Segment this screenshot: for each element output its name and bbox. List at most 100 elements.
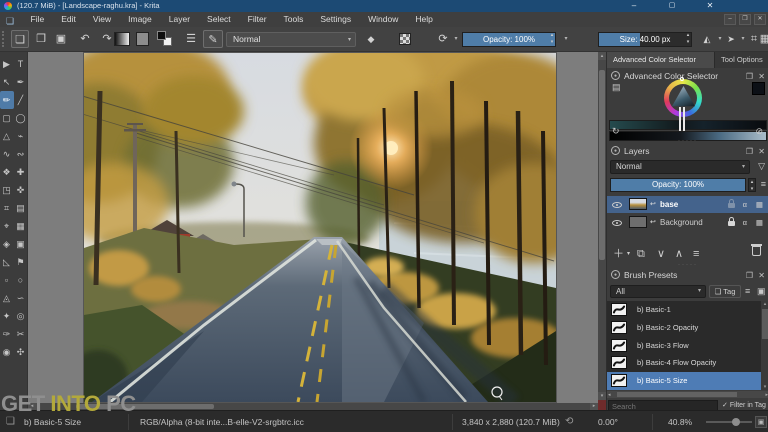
duplicate-layer-button[interactable]: ⧉ <box>637 246 645 262</box>
close-button[interactable]: ✕ <box>698 0 722 12</box>
hscroll-handle[interactable] <box>617 392 737 397</box>
tool-multibrush[interactable]: ✚ <box>14 163 28 181</box>
tool-pan[interactable]: ✣ <box>14 343 28 361</box>
preset-list-vscrollbar[interactable]: ▴ ▾ <box>761 301 768 390</box>
tool-calligraphy[interactable]: ✒ <box>14 73 28 91</box>
add-layer-dropdown-icon[interactable]: ▾ <box>627 246 630 262</box>
maximize-button[interactable]: ▢ <box>660 0 684 12</box>
lock-docker-icon[interactable]: ● <box>611 146 620 155</box>
brush-option-slider-icon[interactable]: ☰ <box>182 30 200 48</box>
inherit-alpha-icon[interactable]: ▦ <box>756 214 763 231</box>
mirror-view-button[interactable]: ◭ <box>700 30 714 48</box>
layer-row-base[interactable]: ↩ base α ▦ <box>607 196 768 213</box>
chevron-down-icon[interactable]: ▾ <box>716 35 724 42</box>
tab-tool-options[interactable]: Tool Options <box>715 52 768 68</box>
blending-mode-dropdown[interactable]: Normal ▾ <box>226 32 356 47</box>
alpha-lock-icon[interactable]: α <box>743 214 747 231</box>
opacity-slider[interactable]: Opacity: 100% <box>462 32 556 47</box>
tool-ellipse[interactable]: ◯ <box>14 109 28 127</box>
tool-freehand-select[interactable]: ∽ <box>14 289 28 307</box>
brush-preset-row[interactable]: b) Basic-2 Opacity <box>607 319 768 337</box>
save-button[interactable]: ▣ <box>52 30 70 48</box>
scroll-up-arrow[interactable]: ▴ <box>598 52 606 60</box>
wraparound-mode-button[interactable]: ➤ <box>724 30 738 48</box>
tool-edit-shapes[interactable]: ↖ <box>0 73 14 91</box>
tool-rect-select[interactable]: ▫ <box>0 271 14 289</box>
tool-zoom[interactable]: ◉ <box>0 343 14 361</box>
menu-settings[interactable]: Settings <box>312 12 360 27</box>
alpha-lock-icon[interactable]: α <box>743 196 747 213</box>
menu-filter[interactable]: Filter <box>239 12 275 27</box>
lock-docker-icon[interactable]: ● <box>611 270 620 279</box>
canvas-rotation-icon[interactable]: ⟲ <box>565 411 573 432</box>
pattern-chooser[interactable] <box>136 32 149 46</box>
scroll-down-arrow[interactable]: ▾ <box>598 392 606 400</box>
tool-crop[interactable]: ⌗ <box>0 199 14 217</box>
brush-size-slider[interactable]: Size: 40.00 px <box>598 32 692 47</box>
gradient-chooser[interactable] <box>114 32 130 46</box>
tool-select-shapes[interactable]: ▶ <box>0 55 14 73</box>
layer-row-background[interactable]: ↩ Background α ▦ <box>607 214 768 231</box>
float-docker-icon[interactable]: ❐ <box>746 145 753 159</box>
tool-measure[interactable]: ◺ <box>0 253 14 271</box>
chevron-down-icon[interactable]: ▾ <box>562 35 570 42</box>
size-spinner[interactable]: ▴▾ <box>684 32 692 47</box>
no-color-icon[interactable]: ⊘ <box>755 126 763 137</box>
layer-thumbnail[interactable] <box>629 216 647 228</box>
layer-properties-button[interactable]: ≡ <box>693 246 699 262</box>
preset-list-hscrollbar[interactable]: ◂ ▸ <box>607 391 768 398</box>
mdi-minimize-button[interactable]: – <box>724 14 736 25</box>
layer-filter-icon[interactable]: ▽ <box>758 161 765 172</box>
reload-preset-button[interactable]: ⟳ <box>434 30 452 48</box>
scroll-right-arrow[interactable]: ▸ <box>590 403 598 410</box>
tool-pattern[interactable]: ▦ <box>14 217 28 235</box>
zoom-slider[interactable] <box>706 421 752 423</box>
tool-reference-images[interactable]: ⚑ <box>14 253 28 271</box>
menu-select[interactable]: Select <box>199 12 240 27</box>
brush-preset-row[interactable]: b) Basic-1 <box>607 301 768 319</box>
layer-thumbnail[interactable] <box>629 198 647 210</box>
tool-polyline[interactable]: ⌁ <box>14 127 28 145</box>
layer-lock-icon[interactable] <box>728 203 735 208</box>
opacity-spinner[interactable]: ▴▾ <box>548 32 556 47</box>
close-docker-icon[interactable]: ✕ <box>758 145 765 159</box>
tool-fill[interactable]: ◈ <box>0 235 14 253</box>
canvas-vertical-scrollbar[interactable]: ▴ ▾ <box>598 52 606 410</box>
inherit-alpha-icon[interactable]: ▦ <box>756 196 763 213</box>
tool-polygon[interactable]: △ <box>0 127 14 145</box>
brush-preset-row[interactable]: b) Basic-3 Flow <box>607 337 768 355</box>
tool-magnetic-select[interactable]: ✂ <box>14 325 28 343</box>
tool-polygon-select[interactable]: ◬ <box>0 289 14 307</box>
filter-in-tag-checkbox[interactable]: ✓ Filter in Tag <box>722 401 766 409</box>
tool-move[interactable]: ✜ <box>14 181 28 199</box>
menu-tools[interactable]: Tools <box>275 12 312 27</box>
add-layer-button[interactable]: ＋ <box>613 246 624 262</box>
layer-blend-mode-dropdown[interactable]: Normal ▾ <box>610 160 750 174</box>
menu-window[interactable]: Window <box>360 12 407 27</box>
undo-button[interactable]: ↶ <box>76 30 94 48</box>
toolbar-grip[interactable] <box>2 31 5 47</box>
tool-dynamic-brush[interactable]: ❖ <box>0 163 14 181</box>
brush-preset-row[interactable]: b) Basic-4 Flow Opacity <box>607 354 768 372</box>
vscroll-handle[interactable] <box>599 70 605 260</box>
color-selector-settings-icon[interactable]: ▤ <box>612 82 621 93</box>
vscroll-handle[interactable] <box>762 309 768 339</box>
shade-strip-cursor[interactable] <box>679 107 685 131</box>
current-color-patch[interactable] <box>752 82 765 95</box>
tool-line[interactable]: ╱ <box>14 91 28 109</box>
tool-freehand-brush[interactable]: ✏ <box>0 91 14 109</box>
layer-opacity-spinner[interactable]: ▴▾ <box>748 178 756 192</box>
tool-bezier-select[interactable]: ✑ <box>0 325 14 343</box>
view-mode-icon[interactable]: ▣ <box>757 285 766 298</box>
minimize-button[interactable]: – <box>622 0 646 12</box>
menu-edit[interactable]: Edit <box>53 12 85 27</box>
fg-bg-color-swatch[interactable] <box>157 31 172 46</box>
move-layer-up-button[interactable]: ∧ <box>675 246 683 262</box>
tab-advanced-color-selector[interactable]: Advanced Color Selector <box>607 52 715 68</box>
tool-text[interactable]: T <box>14 55 28 73</box>
lock-docker-icon[interactable]: ● <box>611 71 620 80</box>
shade-strip-1[interactable] <box>609 120 767 130</box>
tool-enclose-fill[interactable]: ▣ <box>14 235 28 253</box>
menu-help[interactable]: Help <box>407 12 441 27</box>
move-layer-down-button[interactable]: ∨ <box>657 246 665 262</box>
